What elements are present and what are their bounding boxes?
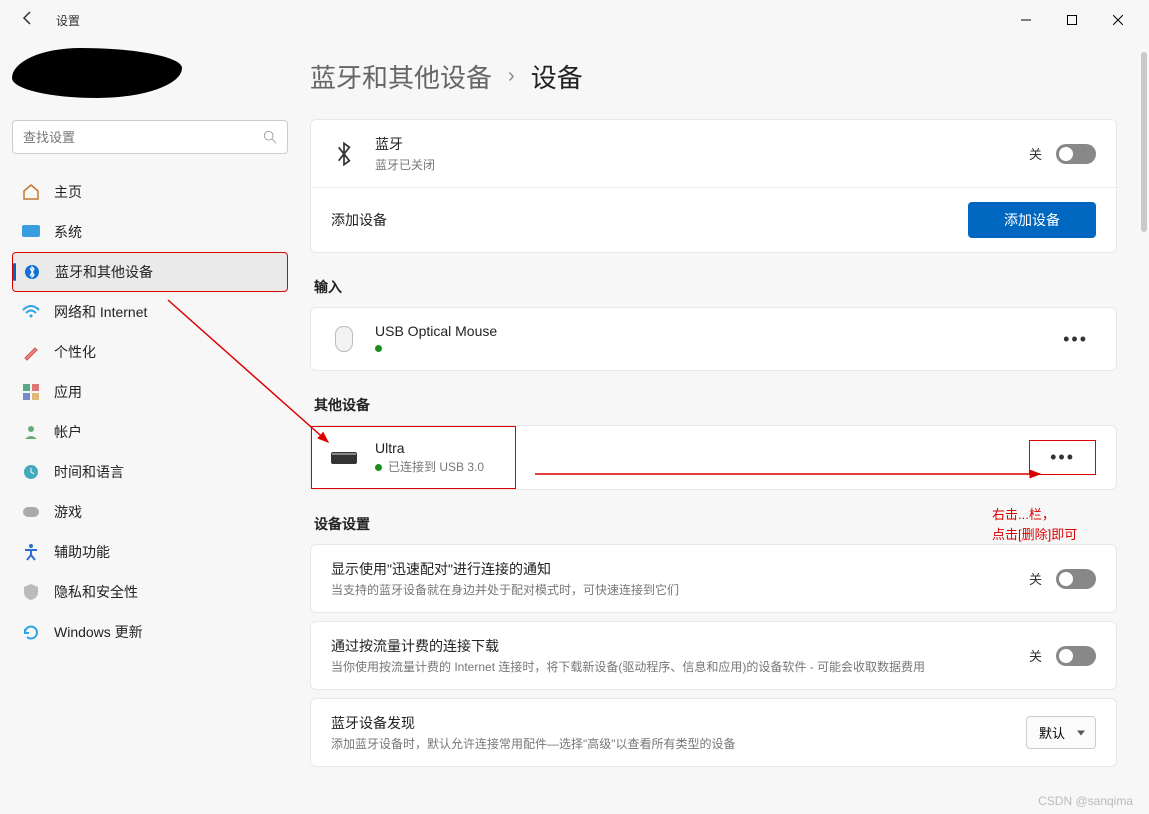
accessibility-icon [22, 543, 40, 561]
nav-gaming[interactable]: 游戏 [12, 492, 288, 532]
nav-personalization[interactable]: 个性化 [12, 332, 288, 372]
gamepad-icon [22, 503, 40, 521]
shield-icon [22, 583, 40, 601]
quickpair-title: 显示使用"迅速配对"进行连接的通知 [331, 559, 1029, 579]
metered-title: 通过按流量计费的连接下载 [331, 636, 1029, 656]
profile-area [12, 48, 288, 108]
nav-home[interactable]: 主页 [12, 172, 288, 212]
profile-redacted [12, 48, 182, 98]
nav-accessibility[interactable]: 辅助功能 [12, 532, 288, 572]
add-device-label: 添加设备 [331, 210, 968, 230]
quickpair-card: 显示使用"迅速配对"进行连接的通知 当支持的蓝牙设备就在身边并处于配对模式时，可… [310, 544, 1117, 613]
nav-update[interactable]: Windows 更新 [12, 612, 288, 652]
search-icon [263, 130, 277, 144]
input-devices-card: USB Optical Mouse ••• [310, 307, 1117, 371]
nav-network[interactable]: 网络和 Internet [12, 292, 288, 332]
discovery-card: 蓝牙设备发现 添加蓝牙设备时，默认允许连接常用配件—选择"高级"以查看所有类型的… [310, 698, 1117, 767]
device-mouse-more[interactable]: ••• [1055, 327, 1096, 352]
device-ultra-more[interactable]: ••• [1029, 440, 1096, 475]
nav-bluetooth[interactable]: 蓝牙和其他设备 [12, 252, 288, 292]
sidebar: 主页 系统 蓝牙和其他设备 网络和 Internet 个性化 应用 帐户 时间和… [0, 40, 300, 814]
metered-state: 关 [1029, 646, 1042, 665]
maximize-button[interactable] [1049, 4, 1095, 36]
metered-sub: 当你使用按流量计费的 Internet 连接时，将下载新设备(驱动程序、信息和应… [331, 658, 1029, 675]
mouse-icon [331, 326, 357, 352]
search-box[interactable] [12, 120, 288, 154]
section-settings-title: 设备设置 [314, 514, 1117, 534]
window-controls [1003, 4, 1141, 36]
device-mouse-name: USB Optical Mouse [375, 323, 1055, 339]
bluetooth-icon [23, 263, 41, 281]
nav-apps[interactable]: 应用 [12, 372, 288, 412]
section-other-title: 其他设备 [314, 395, 1117, 415]
minimize-button[interactable] [1003, 4, 1049, 36]
metered-toggle[interactable] [1056, 646, 1096, 666]
nav-system[interactable]: 系统 [12, 212, 288, 252]
search-input[interactable] [23, 130, 263, 145]
nav-accounts[interactable]: 帐户 [12, 412, 288, 452]
window-title: 设置 [56, 12, 80, 29]
breadcrumb-current: 设备 [531, 58, 583, 95]
add-device-button[interactable]: 添加设备 [968, 202, 1096, 238]
other-devices-card: Ultra 已连接到 USB 3.0 ••• [310, 425, 1117, 490]
wifi-icon [22, 303, 40, 321]
brush-icon [22, 343, 40, 361]
discovery-sub: 添加蓝牙设备时，默认允许连接常用配件—选择"高级"以查看所有类型的设备 [331, 735, 1026, 752]
update-icon [22, 623, 40, 641]
watermark: CSDN @sanqima [1038, 794, 1133, 808]
clock-icon [22, 463, 40, 481]
apps-icon [22, 383, 40, 401]
section-input-title: 输入 [314, 277, 1117, 297]
main-content: 蓝牙和其他设备 › 设备 蓝牙 蓝牙已关闭 关 添加设备 添加设备 输入 [300, 40, 1149, 814]
breadcrumb-parent[interactable]: 蓝牙和其他设备 [310, 58, 492, 95]
bluetooth-title: 蓝牙 [375, 134, 1029, 154]
home-icon [22, 183, 40, 201]
nav-list: 主页 系统 蓝牙和其他设备 网络和 Internet 个性化 应用 帐户 时间和… [12, 172, 288, 652]
bluetooth-subtitle: 蓝牙已关闭 [375, 156, 1029, 173]
nav-privacy[interactable]: 隐私和安全性 [12, 572, 288, 612]
chevron-right-icon: › [508, 65, 515, 88]
system-icon [22, 223, 40, 241]
account-icon [22, 423, 40, 441]
status-dot-icon [375, 345, 382, 352]
close-button[interactable] [1095, 4, 1141, 36]
discovery-title: 蓝牙设备发现 [331, 713, 1026, 733]
bluetooth-icon [331, 141, 357, 167]
bluetooth-toggle[interactable] [1056, 144, 1096, 164]
discovery-select[interactable]: 默认 [1026, 716, 1096, 749]
metered-card: 通过按流量计费的连接下载 当你使用按流量计费的 Internet 连接时，将下载… [310, 621, 1117, 690]
quickpair-state: 关 [1029, 569, 1042, 588]
back-button[interactable] [20, 10, 40, 30]
quickpair-sub: 当支持的蓝牙设备就在身边并处于配对模式时，可快速连接到它们 [331, 581, 1029, 598]
bluetooth-card: 蓝牙 蓝牙已关闭 关 添加设备 添加设备 [310, 119, 1117, 253]
quickpair-toggle[interactable] [1056, 569, 1096, 589]
breadcrumb: 蓝牙和其他设备 › 设备 [310, 58, 1117, 95]
scrollbar[interactable] [1141, 52, 1147, 232]
titlebar: 设置 [0, 0, 1149, 40]
bluetooth-state-label: 关 [1029, 144, 1042, 163]
nav-time[interactable]: 时间和语言 [12, 452, 288, 492]
annotation-box [311, 426, 516, 489]
